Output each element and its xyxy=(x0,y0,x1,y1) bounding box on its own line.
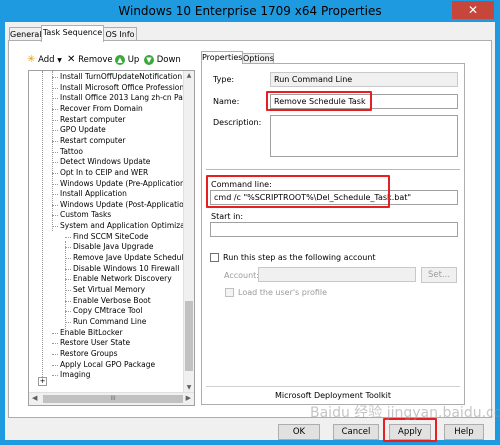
tree-item[interactable]: Run Command Line xyxy=(73,317,146,327)
down-button[interactable]: ▼ Down xyxy=(144,53,181,67)
cancel-button[interactable]: Cancel xyxy=(333,424,379,440)
name-label: Name: xyxy=(213,97,240,106)
tree-item[interactable]: Copy CMtrace Tool xyxy=(73,306,142,316)
tree-item[interactable]: Set Virtual Memory xyxy=(73,285,145,295)
start-in-label: Start in: xyxy=(211,212,244,221)
tab-os-info[interactable]: OS Info xyxy=(103,27,137,41)
tree-item[interactable]: Recover From Domain xyxy=(60,104,143,114)
type-label: Type: xyxy=(213,75,235,84)
tree-item[interactable]: Detect Windows Update xyxy=(60,157,150,167)
up-label: Up xyxy=(127,55,140,65)
tree-item[interactable]: Tattoo xyxy=(60,147,83,157)
description-field[interactable] xyxy=(270,115,458,157)
tree-item[interactable]: Install Microsoft Office Professional Pl… xyxy=(60,83,194,93)
tree-item[interactable]: Restore User State xyxy=(60,338,130,348)
set-button[interactable]: Set... xyxy=(421,267,457,283)
tree-item[interactable]: Windows Update (Pre-Application Inst xyxy=(60,179,194,189)
window-title: Windows 10 Enterprise 1709 x64 Propertie… xyxy=(118,4,382,18)
add-icon: ✳ xyxy=(27,54,36,65)
scroll-right-icon[interactable]: ▶ xyxy=(186,394,191,402)
tree-item[interactable]: Restart computer xyxy=(60,136,126,146)
tree-item[interactable]: Imaging xyxy=(60,370,90,380)
tree-item[interactable]: Restore Groups xyxy=(60,349,118,359)
run-as-label: Run this step as the following account xyxy=(223,253,376,262)
run-as-checkbox[interactable] xyxy=(210,253,219,262)
scroll-left-icon[interactable]: ◀ xyxy=(32,394,37,402)
tree-item[interactable]: Install Office 2013 Lang zh-cn Package xyxy=(60,93,194,103)
scroll-down-icon[interactable]: ▼ xyxy=(184,384,194,391)
down-label: Down xyxy=(156,55,181,65)
tree-item[interactable]: Apply Local GPO Package xyxy=(60,360,155,370)
tree-item[interactable]: Enable Verbose Boot xyxy=(73,296,151,306)
start-in-field[interactable] xyxy=(210,222,458,237)
tab-general[interactable]: General xyxy=(9,27,42,41)
command-line-highlight xyxy=(206,175,390,208)
tree-vertical-scrollbar[interactable]: ▲ ▼ xyxy=(183,71,194,392)
expand-imaging-icon[interactable]: + xyxy=(38,377,47,386)
remove-icon: ✕ xyxy=(67,54,76,65)
load-profile-checkbox[interactable] xyxy=(225,288,234,297)
help-button[interactable]: Help xyxy=(444,424,484,440)
tab-properties[interactable]: Properties xyxy=(201,51,243,64)
add-label: Add xyxy=(38,55,55,65)
horizontal-scroll-thumb[interactable]: III xyxy=(43,395,183,403)
description-label: Description: xyxy=(213,118,262,127)
name-highlight xyxy=(266,91,372,111)
ok-button[interactable]: OK xyxy=(278,424,320,440)
tree-item[interactable]: GPO Update xyxy=(60,125,106,135)
tab-task-sequence[interactable]: Task Sequence xyxy=(41,25,104,42)
vertical-scroll-thumb[interactable] xyxy=(185,301,193,371)
tree-horizontal-scrollbar[interactable]: ◀ III ▶ xyxy=(29,392,194,405)
footer-separator xyxy=(206,386,460,387)
account-field xyxy=(258,267,416,282)
tree-item[interactable]: Enable BitLocker xyxy=(60,328,123,338)
chevron-down-icon: ▼ xyxy=(57,57,62,64)
task-sequence-tree[interactable]: Install TurnOffUpdateNotification Install… xyxy=(28,70,195,406)
remove-label: Remove xyxy=(78,55,113,65)
tree-item[interactable]: Opt In to CEIP and WER xyxy=(60,168,148,178)
close-button[interactable]: ✕ xyxy=(452,1,494,19)
tree-item[interactable]: System and Application Optimization xyxy=(60,221,194,231)
up-button[interactable]: ▲ Up xyxy=(115,53,139,67)
arrow-up-icon: ▲ xyxy=(115,54,125,65)
tree-item[interactable]: Find SCCM SiteCode xyxy=(73,232,148,242)
remove-button[interactable]: ✕ Remove xyxy=(67,53,113,67)
tree-item[interactable]: Install TurnOffUpdateNotification xyxy=(60,72,182,82)
tree-item[interactable]: Enable Network Discovery xyxy=(73,274,172,284)
tree-item[interactable]: Install Application xyxy=(60,189,127,199)
arrow-down-icon: ▼ xyxy=(144,54,154,65)
tree-item[interactable]: Custom Tasks xyxy=(60,210,111,220)
tree-item[interactable]: Remove Jave Update Schedule F xyxy=(73,253,194,263)
watermark: Baidu 经验 jingyan.baidu.com xyxy=(310,405,500,421)
tree-item[interactable]: Windows Update (Post-Application Ins xyxy=(60,200,194,210)
tree-item[interactable]: Disable Java Upgrade xyxy=(73,242,154,252)
type-field: Run Command Line xyxy=(270,72,458,87)
account-label: Account: xyxy=(224,271,259,280)
add-button[interactable]: ✳ Add ▼ xyxy=(27,53,62,67)
separator xyxy=(206,169,460,170)
scroll-up-icon[interactable]: ▲ xyxy=(184,72,194,79)
tree-item[interactable]: Disable Windows 10 Firewall xyxy=(73,264,179,274)
load-profile-label: Load the user's profile xyxy=(238,288,328,297)
title-bar: Windows 10 Enterprise 1709 x64 Propertie… xyxy=(0,0,500,22)
footer-text: Microsoft Deployment Toolkit xyxy=(275,391,391,400)
tree-item[interactable]: Restart computer xyxy=(60,115,126,125)
